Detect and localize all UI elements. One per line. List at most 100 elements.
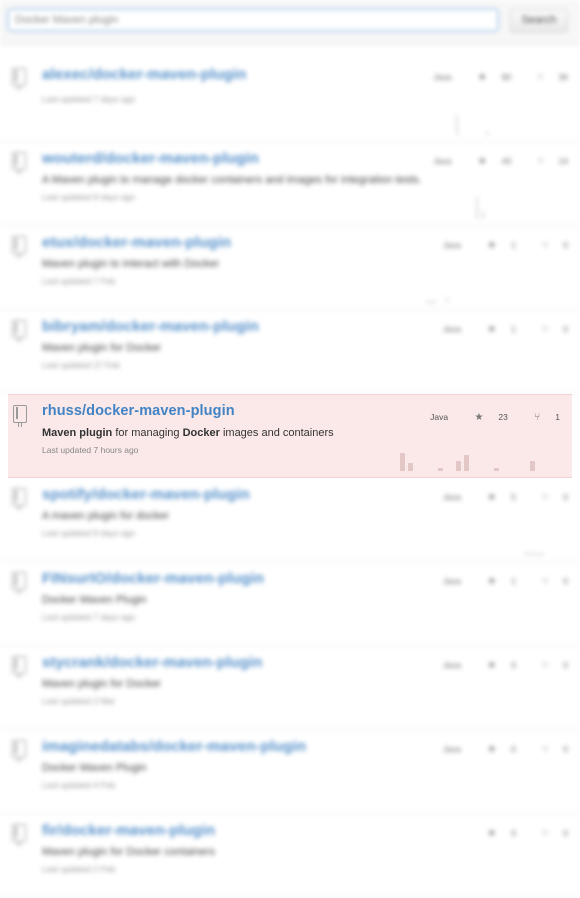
fork-icon: ⑂ bbox=[542, 660, 549, 671]
repo-language: Java bbox=[442, 240, 461, 250]
repo-language: Java bbox=[433, 156, 452, 166]
repo-description: Maven plugin for Docker containers bbox=[42, 846, 216, 858]
repo-forks: 0 bbox=[563, 324, 568, 334]
repo-meta: Java ★ 1 ⑂ 0 bbox=[431, 324, 568, 335]
repo-description: Docker Maven Plugin bbox=[42, 594, 147, 606]
repo-language: Java bbox=[442, 744, 461, 754]
repo-forks: 1 bbox=[555, 412, 560, 422]
desc-text: images and containers bbox=[219, 427, 334, 439]
fork-icon: ⑂ bbox=[537, 156, 544, 167]
list-item: spotify/docker-maven-plugin A maven plug… bbox=[0, 478, 580, 562]
repo-language: Java bbox=[442, 576, 461, 586]
star-icon: ★ bbox=[487, 828, 497, 839]
fork-icon: ⑂ bbox=[542, 744, 549, 755]
repo-icon bbox=[12, 488, 26, 510]
repo-meta: Java ★ 90 ⑂ 36 bbox=[421, 72, 568, 83]
desc-highlight: Maven plugin bbox=[42, 427, 113, 439]
repo-stars: 43 bbox=[501, 156, 512, 166]
repo-link[interactable]: rhuss/docker-maven-plugin bbox=[42, 403, 235, 419]
list-item: imaginedatabs/docker-maven-plugin Docker… bbox=[0, 730, 580, 814]
fork-icon: ⑂ bbox=[542, 828, 549, 839]
repo-meta: Java ★ 0 ⑂ 0 bbox=[431, 744, 568, 755]
list-item: alexec/docker-maven-plugin Last updated … bbox=[0, 58, 580, 142]
desc-text: for managing bbox=[112, 427, 183, 439]
repo-meta: Java ★ 1 ⑂ 0 bbox=[431, 240, 568, 251]
repo-link[interactable]: alexec/docker-maven-plugin bbox=[42, 66, 246, 83]
repo-stars: 1 bbox=[511, 576, 516, 586]
repo-updated: Last updated 7 hours ago bbox=[42, 445, 139, 455]
repo-forks: 0 bbox=[563, 576, 568, 586]
list-item: bibryam/docker-maven-plugin Maven plugin… bbox=[0, 310, 580, 394]
repo-updated: Last updated 2 Feb bbox=[42, 864, 116, 874]
repo-icon bbox=[12, 572, 26, 594]
repo-icon bbox=[12, 68, 26, 90]
repo-updated: Last updated 7 days ago bbox=[42, 612, 136, 622]
repo-updated: Last updated 2 Mar bbox=[42, 696, 116, 706]
repo-link[interactable]: bibryam/docker-maven-plugin bbox=[42, 318, 259, 335]
star-icon: ★ bbox=[487, 240, 497, 251]
repo-stars: 1 bbox=[511, 324, 516, 334]
repo-link[interactable]: FINsurIO/docker-maven-plugin bbox=[42, 570, 264, 587]
repo-link[interactable]: spotify/docker-maven-plugin bbox=[42, 486, 250, 503]
repo-stars: 0 bbox=[511, 828, 516, 838]
fork-icon: ⑂ bbox=[542, 576, 549, 587]
repo-link[interactable]: etux/docker-maven-plugin bbox=[42, 234, 231, 251]
star-icon: ★ bbox=[487, 324, 497, 335]
search-button[interactable]: Search bbox=[510, 9, 568, 33]
repo-meta: Java ★ 5 ⑂ 0 bbox=[431, 492, 568, 503]
activity-graph bbox=[406, 279, 566, 303]
repo-updated: Last updated 4 Feb bbox=[42, 780, 116, 790]
repo-forks: 14 bbox=[558, 156, 568, 166]
repo-language: Java bbox=[430, 412, 449, 422]
list-item-focused: rhuss/docker-maven-plugin Maven plugin f… bbox=[8, 394, 572, 478]
repo-description: Docker Maven Plugin bbox=[42, 762, 147, 774]
star-icon: ★ bbox=[474, 412, 484, 423]
star-icon: ★ bbox=[487, 744, 497, 755]
repo-meta: Java ★ 23 ⑂ 1 bbox=[418, 412, 560, 423]
repo-language: Java bbox=[433, 72, 452, 82]
desc-highlight: Docker bbox=[182, 427, 220, 439]
star-icon: ★ bbox=[487, 660, 497, 671]
fork-icon: ⑂ bbox=[542, 492, 549, 503]
list-item: wouterd/docker-maven-plugin A Maven plug… bbox=[0, 142, 580, 226]
fork-icon: ⑂ bbox=[534, 412, 541, 423]
repo-link[interactable]: imaginedatabs/docker-maven-plugin bbox=[42, 738, 306, 755]
repo-stars: 23 bbox=[498, 412, 508, 422]
repo-icon bbox=[12, 824, 26, 846]
activity-graph bbox=[406, 531, 566, 555]
repo-language: Java bbox=[442, 492, 461, 502]
repo-icon bbox=[12, 656, 26, 678]
repo-link[interactable]: stycrank/docker-maven-plugin bbox=[42, 654, 262, 671]
fork-icon: ⑂ bbox=[542, 240, 549, 251]
search-results: alexec/docker-maven-plugin Last updated … bbox=[0, 58, 580, 898]
activity-graph bbox=[406, 111, 566, 135]
repo-forks: 0 bbox=[563, 492, 568, 502]
repo-stars: 1 bbox=[511, 240, 516, 250]
repo-link[interactable]: wouterd/docker-maven-plugin bbox=[42, 150, 259, 167]
repo-updated: Last updated 27 Feb bbox=[42, 360, 120, 370]
repo-icon bbox=[12, 740, 26, 762]
search-input[interactable]: Docker Maven plugin bbox=[8, 9, 498, 31]
repo-icon bbox=[12, 236, 26, 258]
list-item: fir/docker-maven-plugin Maven plugin for… bbox=[0, 814, 580, 898]
repo-description: Maven plugin for Docker bbox=[42, 678, 162, 690]
list-item: FINsurIO/docker-maven-plugin Docker Mave… bbox=[0, 562, 580, 646]
repo-description: Maven plugin for Docker bbox=[42, 342, 162, 354]
repo-icon bbox=[12, 152, 26, 174]
repo-updated: Last updated 9 days ago bbox=[42, 528, 136, 538]
repo-icon bbox=[12, 320, 26, 342]
repo-meta: Java ★ 0 ⑂ 0 bbox=[431, 660, 568, 671]
repo-description: Maven plugin for managing Docker images … bbox=[42, 427, 334, 439]
list-item: stycrank/docker-maven-plugin Maven plugi… bbox=[0, 646, 580, 730]
repo-link[interactable]: fir/docker-maven-plugin bbox=[42, 822, 215, 839]
repo-stars: 0 bbox=[511, 660, 516, 670]
repo-updated: Last updated 7 days ago bbox=[42, 94, 136, 104]
activity-graph bbox=[398, 447, 558, 471]
repo-description: Maven plugin to interact with Docker bbox=[42, 258, 220, 270]
repo-forks: 0 bbox=[563, 828, 568, 838]
repo-forks: 36 bbox=[558, 72, 568, 82]
fork-icon: ⑂ bbox=[542, 324, 549, 335]
repo-language: Java bbox=[442, 660, 461, 670]
repo-stars: 5 bbox=[511, 492, 516, 502]
repo-language: Java bbox=[442, 324, 461, 334]
